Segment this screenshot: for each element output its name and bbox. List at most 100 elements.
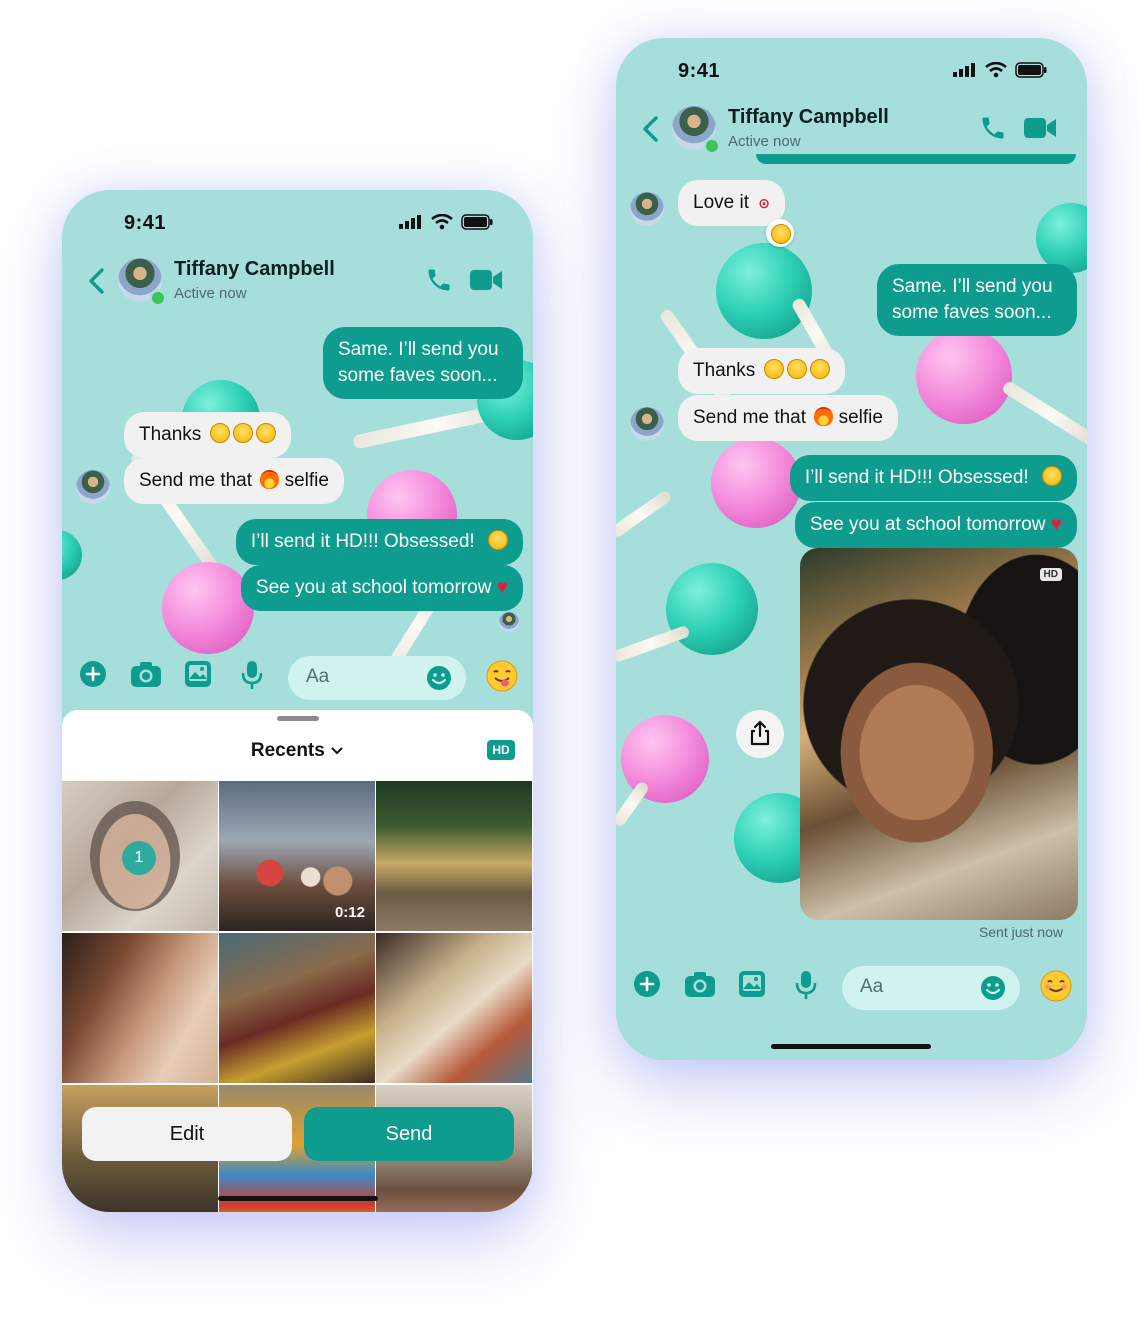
- grinning-emoji-icon: [209, 423, 230, 443]
- edit-button[interactable]: Edit: [82, 1107, 292, 1161]
- hundred-points-emoji-icon: ⊙: [758, 195, 770, 211]
- outgoing-message[interactable]: I’ll send it HD!!! Obsessed!: [789, 455, 1077, 501]
- recents-label: Recents: [250, 740, 325, 761]
- incoming-message[interactable]: Thanks: [678, 348, 845, 394]
- tongue-emoji-icon[interactable]: [486, 660, 518, 692]
- camera-icon[interactable]: [684, 970, 716, 998]
- plus-circle-icon[interactable]: [633, 970, 661, 998]
- message-text: Same. I’ll send you: [892, 276, 1053, 297]
- smiling-emoji-icon[interactable]: [1040, 970, 1072, 1002]
- message-text: Send me that: [693, 407, 807, 428]
- contact-status: Active now: [174, 285, 247, 302]
- battery-icon: [1015, 62, 1047, 78]
- grinning-emoji-icon: [232, 423, 253, 443]
- photo-thumbnail[interactable]: [376, 933, 532, 1083]
- plus-circle-icon[interactable]: [79, 660, 107, 688]
- incoming-message[interactable]: Love it ⊙: [678, 180, 785, 226]
- status-bar: 9:41: [616, 38, 1087, 88]
- outgoing-message[interactable]: I’ll send it HD!!! Obsessed!: [235, 519, 523, 565]
- home-indicator: [218, 1196, 378, 1201]
- message-reaction[interactable]: [766, 219, 794, 247]
- wifi-icon: [985, 62, 1007, 78]
- fire-emoji-icon: [814, 407, 834, 426]
- online-indicator: [150, 290, 166, 306]
- back-chevron-icon[interactable]: [84, 266, 110, 296]
- message-text: Love it: [693, 192, 749, 213]
- sent-hd-photo[interactable]: HD: [800, 548, 1078, 920]
- video-duration: 0:12: [334, 904, 365, 921]
- incoming-message[interactable]: Send me that selfie: [124, 458, 344, 504]
- input-placeholder: Aa: [860, 976, 884, 997]
- photo-thumbnail[interactable]: [376, 781, 532, 931]
- back-chevron-icon[interactable]: [638, 114, 664, 144]
- video-thumbnail[interactable]: 0:12: [219, 781, 375, 931]
- message-input[interactable]: Aa: [842, 966, 1020, 1010]
- phone-call-icon[interactable]: [979, 114, 1007, 142]
- chat-header: Tiffany Campbell Active now: [616, 100, 1087, 160]
- microphone-icon[interactable]: [240, 660, 264, 690]
- grinning-emoji-icon: [809, 359, 830, 379]
- status-bar: 9:41: [62, 190, 533, 240]
- wifi-icon: [431, 214, 453, 230]
- photo-hd-badge: HD: [1039, 568, 1062, 581]
- send-button[interactable]: Send: [304, 1107, 514, 1161]
- message-input[interactable]: Aa: [288, 656, 466, 700]
- phone-call-icon[interactable]: [425, 266, 453, 294]
- message-text: selfie: [284, 470, 329, 491]
- photo-thumbnail[interactable]: [62, 933, 218, 1083]
- read-receipt-avatar: [499, 612, 519, 632]
- message-text: See you at school tomorrow: [255, 577, 492, 598]
- chat-header: Tiffany Campbell Active now: [62, 252, 533, 312]
- message-composer: Aa: [62, 648, 533, 708]
- input-placeholder: Aa: [306, 666, 330, 687]
- message-text: some faves soon...: [338, 365, 498, 386]
- incoming-message[interactable]: Thanks: [124, 412, 291, 458]
- emoji-picker-icon[interactable]: [426, 665, 452, 691]
- message-composer: Aa: [616, 958, 1087, 1018]
- video-call-icon[interactable]: [469, 268, 503, 292]
- signal-icon: [953, 63, 975, 77]
- grinning-emoji-icon: [786, 359, 807, 379]
- sender-avatar: [630, 192, 664, 226]
- video-call-icon[interactable]: [1023, 116, 1057, 140]
- incoming-message[interactable]: Send me that selfie: [678, 395, 898, 441]
- status-time: 9:41: [678, 60, 721, 82]
- recents-dropdown[interactable]: Recents: [62, 740, 533, 762]
- signal-icon: [399, 215, 421, 229]
- camera-icon[interactable]: [130, 660, 162, 688]
- heart-emoji-icon: ♥: [496, 577, 508, 598]
- share-button[interactable]: [736, 710, 784, 758]
- contact-name[interactable]: Tiffany Campbell: [728, 106, 889, 129]
- hd-toggle[interactable]: HD: [487, 740, 515, 760]
- message-text: I’ll send it HD!!! Obsessed!: [804, 467, 1029, 488]
- grinning-emoji-icon: [255, 423, 276, 443]
- message-text: some faves soon...: [892, 302, 1052, 323]
- outgoing-message[interactable]: See you at school tomorrow ♥: [794, 502, 1077, 548]
- smiling-hearts-emoji-icon: [1042, 466, 1062, 486]
- outgoing-message[interactable]: See you at school tomorrow ♥: [240, 565, 523, 611]
- phone-left-screen: 9:41 Tiffany Campbell Active now Same. I…: [62, 190, 533, 1212]
- message-text: selfie: [838, 407, 883, 428]
- message-text: Same. I’ll send you: [338, 339, 499, 360]
- gallery-icon[interactable]: [738, 970, 766, 998]
- battery-icon: [461, 214, 493, 230]
- outgoing-message[interactable]: Same. I’ll send you some faves soon...: [877, 264, 1077, 336]
- sheet-grabber[interactable]: [277, 716, 319, 721]
- microphone-icon[interactable]: [794, 970, 818, 1000]
- gallery-icon[interactable]: [184, 660, 212, 688]
- selection-count-badge: 1: [122, 841, 156, 875]
- contact-name[interactable]: Tiffany Campbell: [174, 258, 335, 281]
- phone-right-screen: 9:41 Tiffany Campbell Active now Love it…: [616, 38, 1087, 1060]
- message-text: See you at school tomorrow: [809, 514, 1046, 535]
- emoji-picker-icon[interactable]: [980, 975, 1006, 1001]
- photo-thumbnail[interactable]: [219, 933, 375, 1083]
- message-text: Thanks: [139, 424, 202, 445]
- contact-status: Active now: [728, 133, 801, 150]
- smiling-hearts-emoji-icon: [488, 530, 508, 550]
- outgoing-message[interactable]: Same. I’ll send you some faves soon...: [323, 327, 523, 399]
- status-time: 9:41: [124, 212, 167, 234]
- photo-thumbnail-selected[interactable]: 1: [62, 781, 218, 931]
- message-text: I’ll send it HD!!! Obsessed!: [250, 531, 475, 552]
- message-text: Thanks: [693, 360, 756, 381]
- sender-avatar: [630, 407, 664, 441]
